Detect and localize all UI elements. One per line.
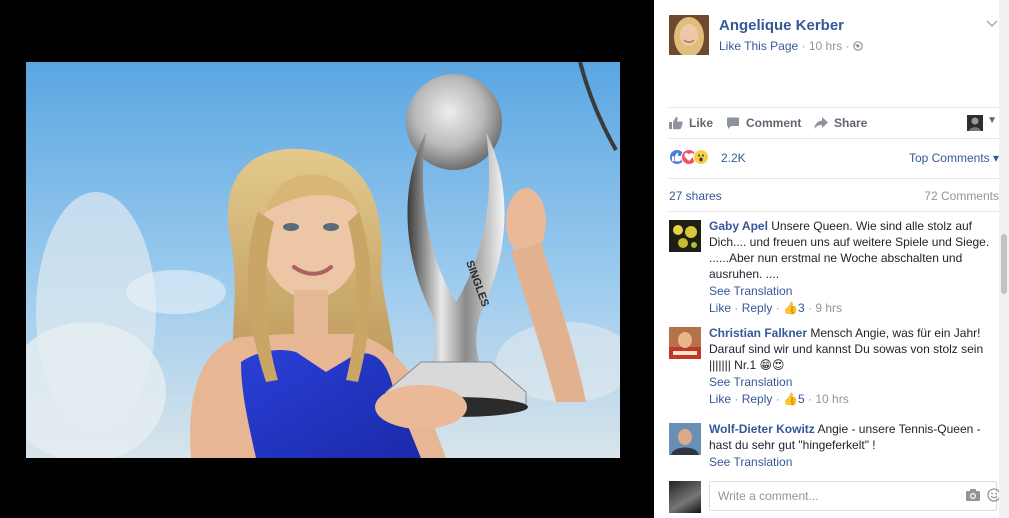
comment-timestamp[interactable]: 9 hrs [815, 301, 842, 315]
like-button-label: Like [689, 116, 714, 130]
thumbs-up-icon [669, 117, 683, 130]
shares-count-link[interactable]: 27 shares [669, 189, 722, 203]
page-name-link[interactable]: Angelique Kerber [719, 17, 844, 34]
see-translation-link[interactable]: See Translation [709, 454, 997, 470]
counts-row: 27 shares 72 Comments [669, 178, 999, 212]
wow-reaction-icon[interactable] [693, 149, 709, 165]
post-as-avatar[interactable] [967, 115, 983, 131]
chevron-down-icon[interactable] [985, 17, 999, 31]
post-meta: Like This Page · 10 hrs · [719, 39, 863, 53]
comment-body: Gaby Apel Unsere Queen. Wie sind alle st… [709, 218, 997, 316]
like-button[interactable]: Like [669, 116, 713, 130]
sidebar-scrollbar[interactable] [999, 0, 1009, 518]
comment-likes-thumbs-icon[interactable]: 👍 [783, 392, 798, 406]
post-actions-bar: Like Comment Share ▼ [669, 107, 999, 139]
camera-icon[interactable] [965, 488, 981, 502]
like-page-link[interactable]: Like This Page [719, 39, 798, 53]
see-translation-link[interactable]: See Translation [709, 283, 997, 299]
share-arrow-icon [814, 117, 828, 129]
write-comment-box [669, 480, 1001, 514]
comments-count-link[interactable]: 72 Comments [924, 189, 999, 203]
comment-button-label: Comment [746, 116, 802, 130]
comment-reply-link[interactable]: Reply [742, 392, 773, 406]
comment-body: Christian Falkner Mensch Angie, was für … [709, 325, 997, 407]
comment-icon [727, 117, 739, 129]
top-comments-dropdown[interactable]: Top Comments ▾ [909, 151, 999, 165]
photo-illustration: SINGLES [26, 62, 620, 458]
post-timestamp[interactable]: 10 hrs [809, 39, 842, 53]
meta-separator-2: · [845, 39, 850, 53]
page-avatar[interactable] [669, 15, 709, 55]
scrollbar-thumb[interactable] [1001, 234, 1007, 294]
commenter-avatar[interactable] [669, 327, 701, 359]
comment-likes-count[interactable]: 3 [798, 301, 805, 315]
post-as-caret-icon[interactable]: ▼ [987, 115, 997, 126]
comment-input[interactable] [709, 481, 997, 511]
comment-timestamp[interactable]: 10 hrs [815, 392, 848, 406]
comment-footer: Like · Reply · 👍5 · 10 hrs [709, 392, 849, 406]
comment-body: Wolf-Dieter Kowitz Angie - unsere Tennis… [709, 421, 997, 470]
reactions-row: 2.2K Top Comments ▾ [669, 149, 999, 169]
reactions-count[interactable]: 2.2K [721, 151, 746, 165]
commenter-avatar[interactable] [669, 220, 701, 252]
share-button[interactable]: Share [814, 116, 867, 130]
commenter-avatar[interactable] [669, 423, 701, 455]
comment-author-link[interactable]: Gaby Apel [709, 219, 768, 233]
post-header: Angelique Kerber Like This Page · 10 hrs… [669, 15, 999, 59]
see-translation-link[interactable]: See Translation [709, 374, 997, 390]
comment-like-link[interactable]: Like [709, 301, 731, 315]
comment-like-link[interactable]: Like [709, 392, 731, 406]
comment-item: Christian Falkner Mensch Angie, was für … [669, 325, 999, 413]
comment-author-link[interactable]: Christian Falkner [709, 326, 807, 340]
page-avatar-image [669, 15, 709, 55]
comment-item: Gaby Apel Unsere Queen. Wie sind alle st… [669, 218, 999, 318]
current-user-avatar[interactable] [669, 481, 701, 513]
comment-reply-link[interactable]: Reply [742, 301, 773, 315]
share-button-label: Share [834, 116, 868, 130]
comment-likes-count[interactable]: 5 [798, 392, 805, 406]
comment-author-link[interactable]: Wolf-Dieter Kowitz [709, 422, 815, 436]
post-sidebar: Angelique Kerber Like This Page · 10 hrs… [654, 0, 1009, 518]
comment-button[interactable]: Comment [726, 116, 801, 130]
comment-footer: Like · Reply · 👍3 · 9 hrs [709, 301, 843, 315]
meta-separator: · [801, 39, 806, 53]
background-pole-decoration [578, 62, 618, 151]
globe-icon [853, 41, 863, 51]
comment-likes-thumbs-icon[interactable]: 👍 [783, 301, 798, 315]
comment-item: Wolf-Dieter Kowitz Angie - unsere Tennis… [669, 421, 999, 471]
post-photo[interactable]: SINGLES [26, 62, 620, 458]
photo-viewer: SINGLES [0, 0, 654, 518]
